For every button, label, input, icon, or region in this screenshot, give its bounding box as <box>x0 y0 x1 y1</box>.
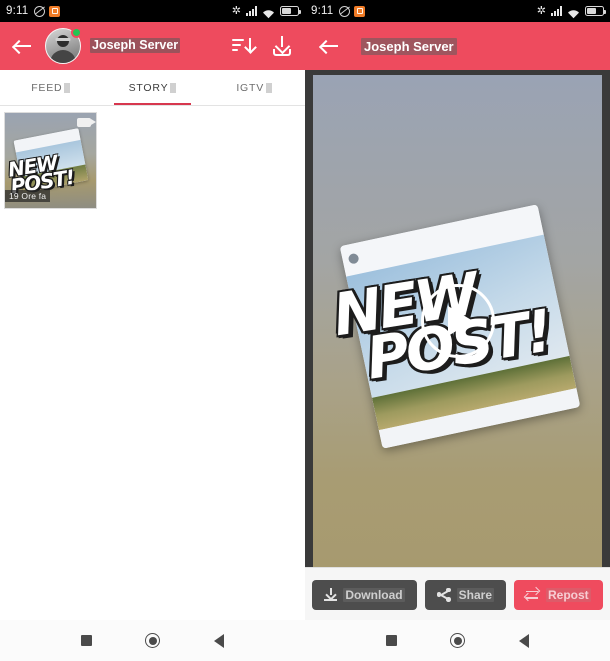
status-bar-right: 9:11 ✲ <box>305 0 610 22</box>
dual-screenshot: 9:11 ✲ Joseph Server FEED STORY IGTV NEW… <box>0 0 610 661</box>
app-notification-icon <box>354 5 366 17</box>
status-time: 9:11 <box>6 5 29 17</box>
repost-button-label: Repost <box>546 587 591 602</box>
story-media[interactable]: NEW POST! <box>313 75 602 567</box>
status-bar-left: 9:11 ✲ <box>0 0 305 22</box>
download-button-label: Download <box>343 587 405 602</box>
tab-igtv-label: IGTV <box>236 81 265 94</box>
nav-back-button[interactable] <box>214 633 225 648</box>
tab-feed-label: FEED <box>31 81 63 94</box>
repost-button[interactable]: Repost <box>514 579 603 610</box>
back-arrow-icon <box>321 39 339 53</box>
wifi-icon <box>262 6 275 19</box>
home-button[interactable] <box>145 633 161 648</box>
right-app-bar: Joseph Server <box>305 22 610 70</box>
story-grid: NEW POST! 19 Ore fa <box>0 106 305 209</box>
tab-story-label: STORY <box>128 81 169 94</box>
repost-icon <box>526 589 540 601</box>
wifi-icon <box>567 6 580 19</box>
account-titles: Joseph Server <box>90 37 181 55</box>
share-button-label: Share <box>456 587 494 602</box>
back-button[interactable] <box>317 33 343 59</box>
status-left-icons-right <box>339 5 366 17</box>
share-icon <box>436 587 451 602</box>
status-right-icons: ✲ <box>231 4 301 19</box>
play-button[interactable] <box>420 284 495 358</box>
left-app-bar: Joseph Server <box>0 22 305 70</box>
download-button[interactable]: Download <box>312 579 417 610</box>
content-tabs: FEED STORY IGTV <box>0 70 305 106</box>
page-title: Joseph Server <box>361 37 457 55</box>
tab-feed[interactable]: FEED <box>0 70 102 105</box>
signal-icon <box>551 6 562 16</box>
post-card-caption-text <box>386 436 391 438</box>
video-indicator-icon <box>77 118 96 127</box>
bluetooth-icon: ✲ <box>536 4 546 17</box>
right-panel: 9:11 ✲ Joseph Server NEW POST! Download … <box>305 0 610 661</box>
download-all-button[interactable] <box>269 33 295 59</box>
battery-icon <box>585 6 606 16</box>
left-app-bar-actions <box>229 33 295 59</box>
download-icon <box>324 588 338 601</box>
thumbnail-date: 19 Ore fa <box>5 190 51 202</box>
download-icon <box>272 36 292 56</box>
share-button[interactable]: Share <box>424 579 506 610</box>
story-thumbnail[interactable]: NEW POST! 19 Ore fa <box>4 112 97 209</box>
action-bar: Download Share Repost <box>305 567 610 621</box>
tab-igtv[interactable]: IGTV <box>203 70 305 105</box>
post-card-avatar <box>348 252 360 265</box>
left-panel: 9:11 ✲ Joseph Server FEED STORY IGTV NEW… <box>0 0 305 661</box>
media-viewer: NEW POST! <box>305 70 610 567</box>
sort-icon <box>232 37 252 55</box>
status-time-right: 9:11 <box>311 5 334 17</box>
status-right-icons-right: ✲ <box>536 4 606 19</box>
dnd-icon <box>339 5 351 17</box>
online-status-dot <box>71 27 82 38</box>
back-arrow-icon <box>14 39 32 53</box>
app-notification-icon <box>49 5 61 17</box>
nav-bar-left <box>0 620 305 661</box>
tab-story[interactable]: STORY <box>102 70 204 105</box>
recents-button[interactable] <box>80 635 92 646</box>
account-name: Joseph Server <box>90 37 181 53</box>
back-button[interactable] <box>10 33 36 59</box>
status-left-icons <box>34 5 61 17</box>
post-card-username <box>362 256 367 257</box>
sort-button[interactable] <box>229 33 255 59</box>
home-button[interactable] <box>450 633 466 648</box>
avatar[interactable] <box>45 27 82 64</box>
recents-button[interactable] <box>385 635 397 646</box>
signal-icon <box>246 6 257 16</box>
dnd-icon <box>34 5 46 17</box>
bluetooth-icon: ✲ <box>231 4 241 17</box>
nav-bar-right <box>305 620 610 661</box>
battery-icon <box>280 6 301 16</box>
nav-back-button[interactable] <box>519 633 530 648</box>
